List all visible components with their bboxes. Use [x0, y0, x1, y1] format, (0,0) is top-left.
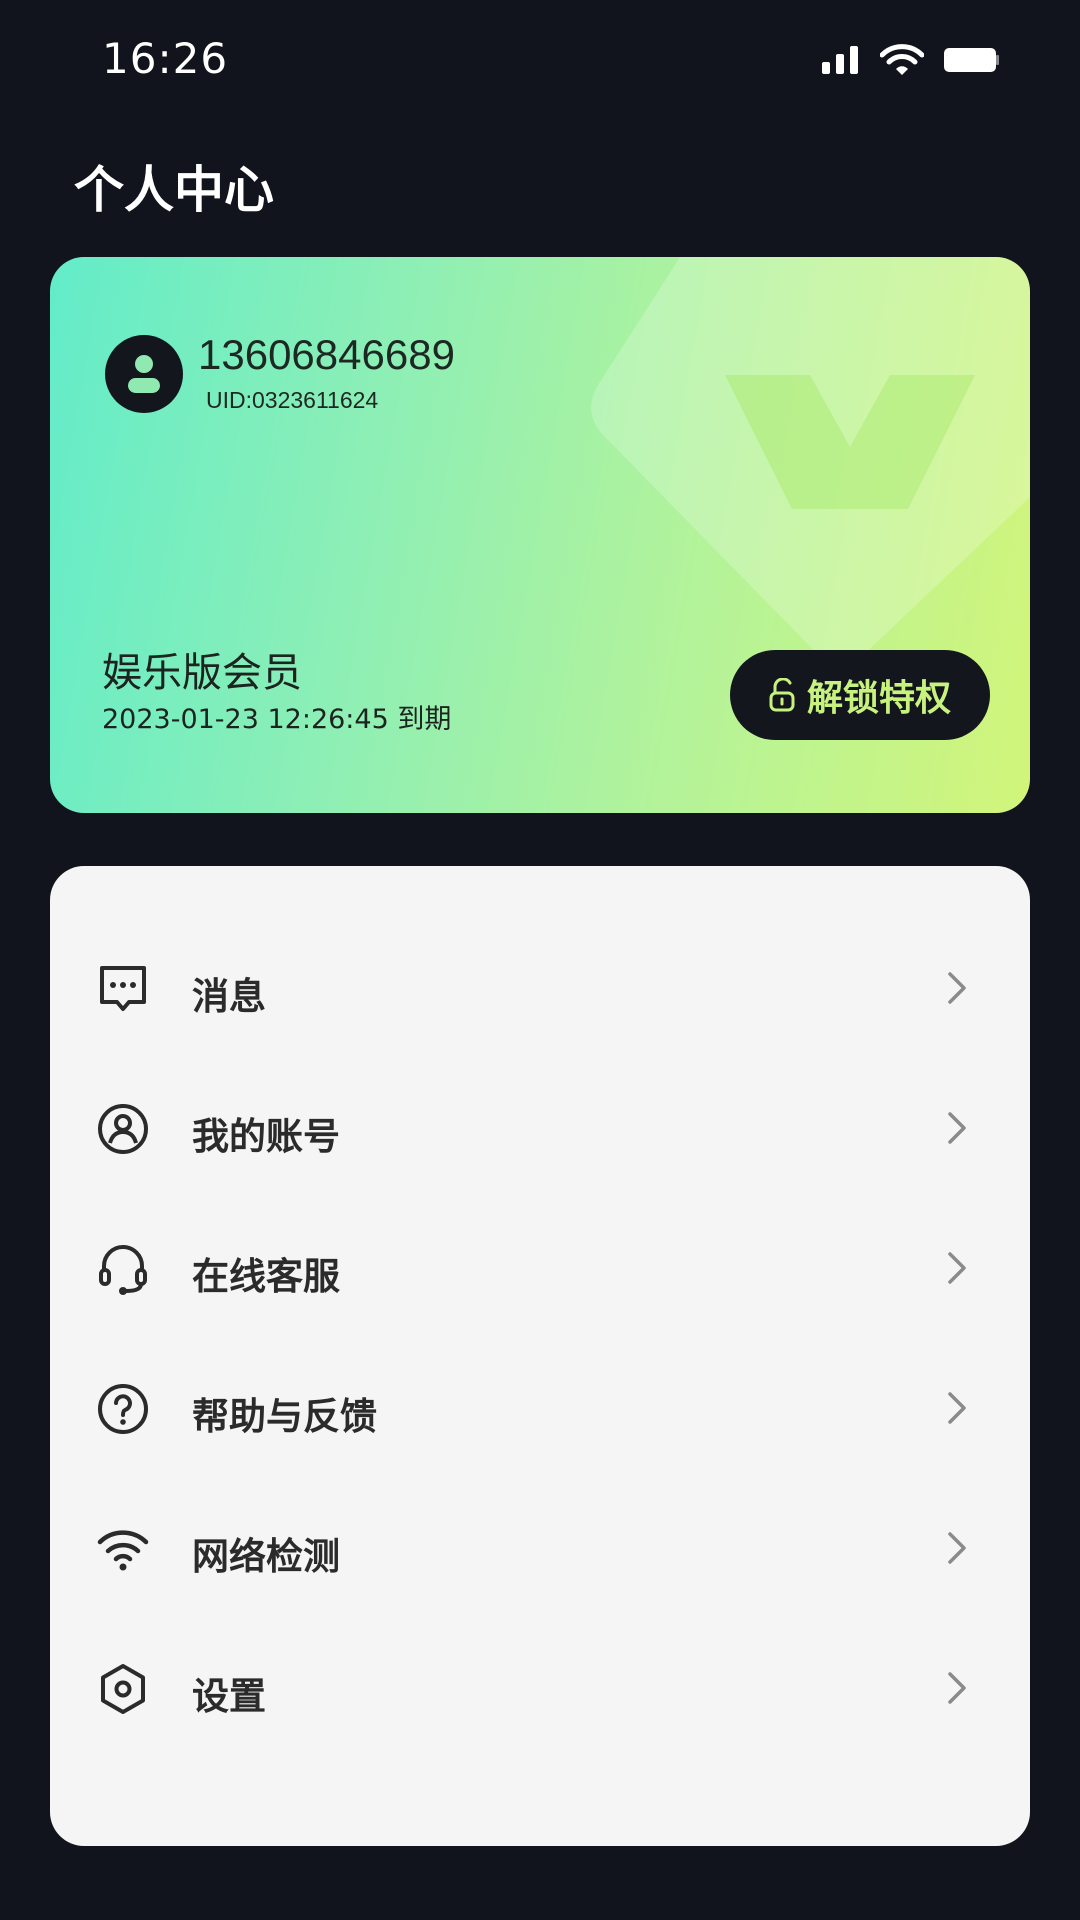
menu-item-settings[interactable]: 设置: [50, 1638, 1030, 1738]
chevron-right-icon: [948, 1112, 966, 1144]
battery-icon: [944, 48, 999, 72]
message-icon: [100, 966, 146, 1011]
page-title: 个人中心: [74, 161, 274, 219]
avatar[interactable]: [105, 335, 183, 413]
headset-icon: [99, 1245, 147, 1295]
menu-item-label: 设置: [192, 1675, 266, 1718]
member-card: 13606846689 UID:0323611624 娱乐版会员 2023-01…: [50, 257, 1030, 813]
menu-item-online-support[interactable]: 在线客服: [50, 1218, 1030, 1318]
user-icon: [128, 355, 160, 393]
status-time: 16:26: [102, 34, 229, 83]
settings-icon: [101, 1664, 145, 1714]
unlock-icon: [769, 678, 795, 712]
menu-item-network-check[interactable]: 网络检测: [50, 1498, 1030, 1598]
wifi-icon: [97, 1530, 149, 1571]
wifi-icon: [880, 44, 924, 75]
unlock-privilege-button[interactable]: 解锁特权: [730, 650, 990, 740]
chevron-right-icon: [948, 972, 966, 1004]
membership-tier: 娱乐版会员: [102, 650, 302, 696]
menu-item-help-feedback[interactable]: 帮助与反馈: [50, 1358, 1030, 1458]
chevron-right-icon: [948, 1532, 966, 1564]
menu-item-label: 消息: [192, 975, 266, 1018]
menu-item-label: 在线客服: [192, 1255, 340, 1298]
chevron-right-icon: [948, 1252, 966, 1284]
status-icons: [822, 44, 1000, 76]
help-icon: [98, 1384, 148, 1434]
chevron-right-icon: [948, 1392, 966, 1424]
menu-list: 消息 我的账号 在线客服 帮助与反馈 网络检测 设置: [50, 866, 1030, 1846]
membership-expiry: 2023-01-23 12:26:45 到期: [102, 704, 452, 735]
signal-icon: [822, 46, 858, 74]
menu-item-label: 网络检测: [192, 1535, 340, 1578]
menu-item-my-account[interactable]: 我的账号: [50, 1078, 1030, 1178]
menu-item-label: 我的账号: [192, 1115, 340, 1158]
account-icon: [98, 1104, 148, 1154]
user-uid: UID:0323611624: [206, 387, 379, 413]
menu-item-label: 帮助与反馈: [192, 1395, 377, 1438]
phone-number: 13606846689: [198, 331, 455, 378]
menu-item-messages[interactable]: 消息: [50, 938, 1030, 1038]
status-bar: 16:26: [0, 0, 1080, 120]
unlock-label: 解锁特权: [806, 678, 951, 719]
chevron-right-icon: [948, 1672, 966, 1704]
